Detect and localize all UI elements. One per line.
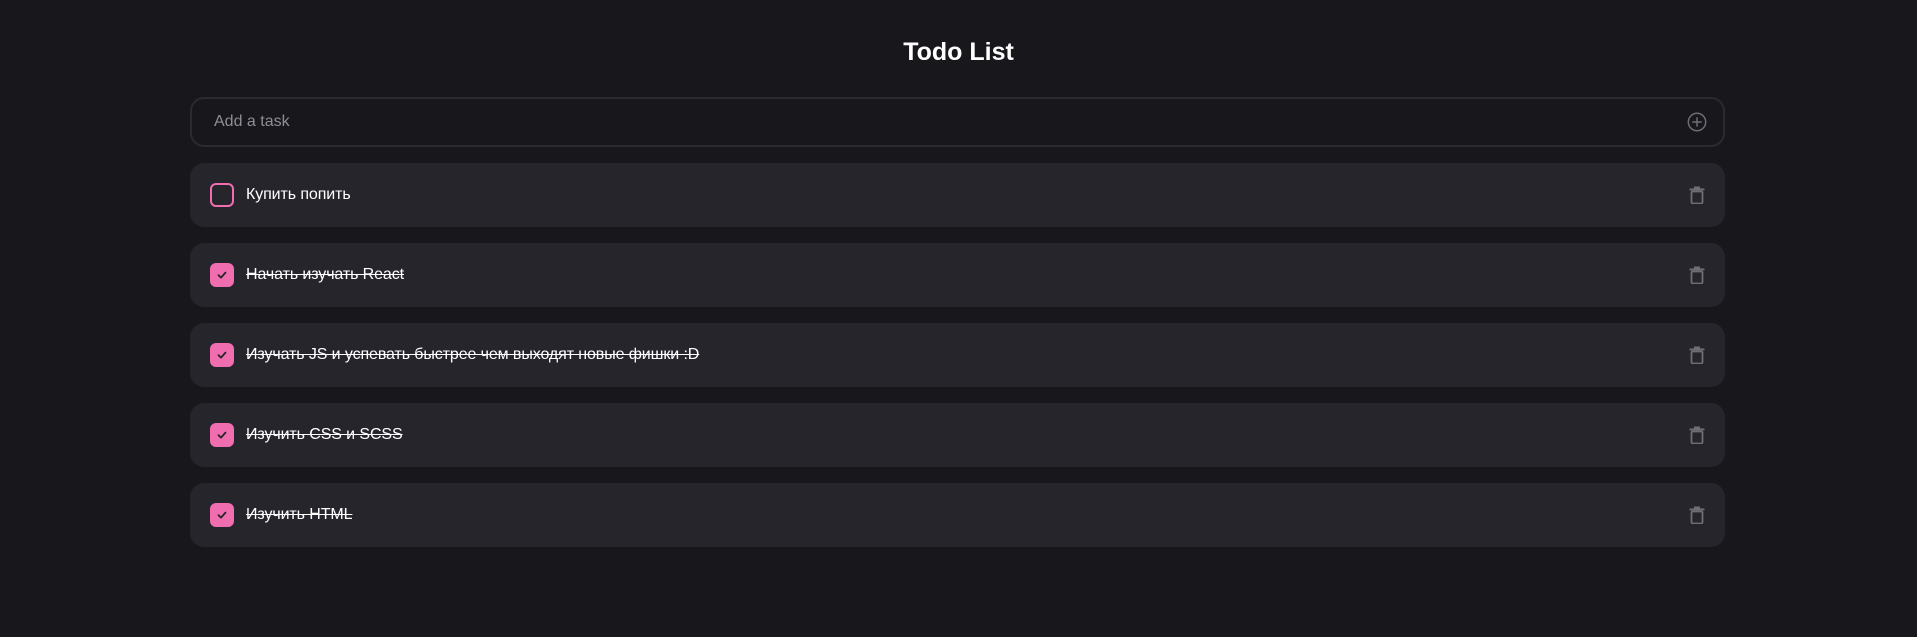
task-text: Изучить HTML [246, 506, 353, 523]
task-text: Начать изучать React [246, 266, 404, 283]
checkmark-icon [217, 271, 227, 279]
page-title: Todo List [903, 38, 1014, 66]
checkmark-icon [217, 431, 227, 439]
task-checkbox[interactable] [210, 183, 234, 207]
plus-circle-icon [1687, 112, 1707, 132]
task-text: Изучить CSS и SCSS [246, 426, 403, 443]
task-item: Начать изучать React [190, 243, 1725, 307]
delete-task-button[interactable] [1685, 183, 1709, 207]
task-checkbox[interactable] [210, 343, 234, 367]
trash-icon [1689, 266, 1705, 284]
task-list: Купить попить Начать изучать React Изуча… [190, 163, 1725, 547]
checkmark-icon [217, 351, 227, 359]
trash-icon [1689, 506, 1705, 524]
checkmark-icon [217, 511, 227, 519]
task-item: Купить попить [190, 163, 1725, 227]
delete-task-button[interactable] [1685, 343, 1709, 367]
task-checkbox[interactable] [210, 263, 234, 287]
task-text: Изучать JS и успевать быстрее чем выходя… [246, 346, 700, 363]
trash-icon [1689, 426, 1705, 444]
delete-task-button[interactable] [1685, 503, 1709, 527]
todo-container: Купить попить Начать изучать React [190, 97, 1725, 547]
task-item: Изучить CSS и SCSS [190, 403, 1725, 467]
delete-task-button[interactable] [1685, 423, 1709, 447]
task-item: Изучить HTML [190, 483, 1725, 547]
task-checkbox[interactable] [210, 503, 234, 527]
add-task-form [190, 97, 1725, 147]
trash-icon [1689, 346, 1705, 364]
task-checkbox[interactable] [210, 423, 234, 447]
add-task-button[interactable] [1685, 110, 1709, 134]
trash-icon [1689, 186, 1705, 204]
add-task-input[interactable] [212, 112, 1685, 132]
todo-app: Todo List Купить попить [0, 0, 1917, 637]
task-item: Изучать JS и успевать быстрее чем выходя… [190, 323, 1725, 387]
delete-task-button[interactable] [1685, 263, 1709, 287]
task-text: Купить попить [246, 186, 351, 203]
